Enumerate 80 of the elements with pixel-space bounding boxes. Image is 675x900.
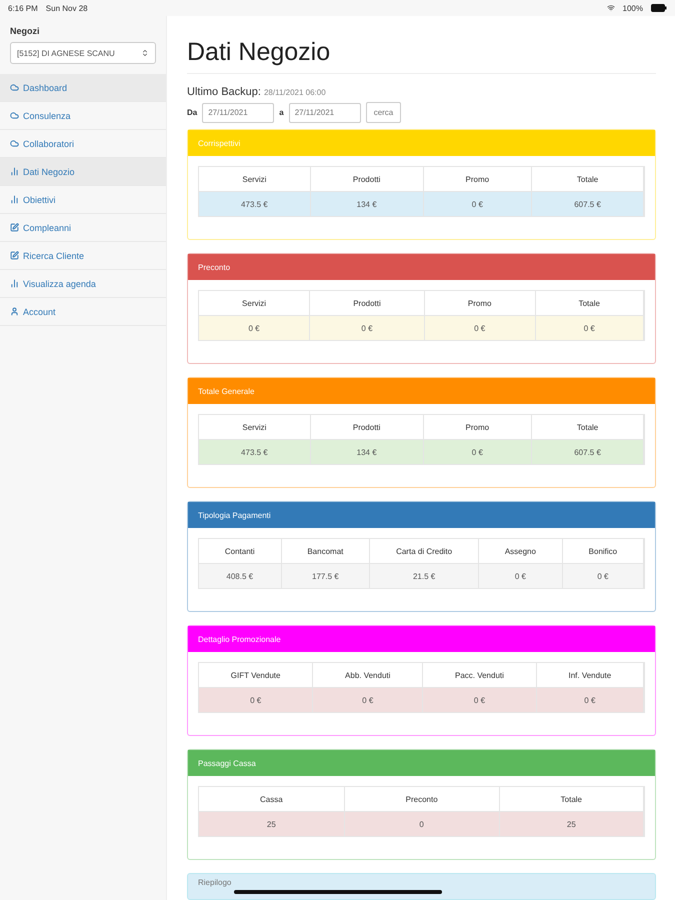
panel-header: Corrispettivi xyxy=(188,130,655,156)
sidebar-item-label: Dati Negozio xyxy=(23,166,75,176)
column-header: Inf. Vendute xyxy=(536,663,644,687)
table-cell: 0 € xyxy=(424,315,536,340)
sidebar-item-label: Compleanni xyxy=(23,222,72,232)
wifi-icon xyxy=(606,4,615,12)
sidebar-item-label: Account xyxy=(23,306,56,316)
edit-icon xyxy=(10,251,19,260)
sidebar-item[interactable]: Account xyxy=(0,298,166,326)
table-cell: 21.5 € xyxy=(370,563,479,588)
bar-chart-icon xyxy=(10,195,19,204)
table-cell: 134 € xyxy=(310,439,424,464)
table-cell: 0 € xyxy=(424,191,532,216)
panel-header: Totale Generale xyxy=(188,378,655,404)
from-label: Da xyxy=(187,108,198,117)
cloud-icon xyxy=(10,111,19,120)
table-cell: 25 xyxy=(500,811,644,836)
table-cell: 25 xyxy=(199,811,345,836)
table-cell: 0 € xyxy=(536,687,644,712)
table-cell: 177.5 € xyxy=(282,563,370,588)
sidebar-item-label: Dashboard xyxy=(23,82,68,92)
table-cell: 0 € xyxy=(313,687,424,712)
sidebar-item-label: Consulenza xyxy=(23,110,71,120)
column-header: Promo xyxy=(424,415,532,439)
sidebar-item-label: Ricerca Cliente xyxy=(23,250,84,260)
table-cell: 607.5 € xyxy=(532,439,644,464)
cloud-icon xyxy=(10,139,19,148)
to-label: a xyxy=(279,108,284,117)
sidebar-item[interactable]: Compleanni xyxy=(0,214,166,242)
battery-percent: 100% xyxy=(622,4,643,12)
sidebar-item-label: Collaboratori xyxy=(23,138,74,148)
bar-chart-icon xyxy=(10,279,19,288)
table-cell: 0 € xyxy=(424,439,532,464)
table-cell: 473.5 € xyxy=(199,439,311,464)
page-title: Dati Negozio xyxy=(187,38,656,74)
sidebar-item[interactable]: Ricerca Cliente xyxy=(0,242,166,270)
sidebar-item-label: Obiettivi xyxy=(23,194,56,204)
panel-header: Riepilogo xyxy=(187,873,656,900)
from-date-field[interactable]: 27/11/2021 xyxy=(202,102,274,122)
backup-label: Ultimo Backup: xyxy=(187,86,261,98)
table-cell: 0 € xyxy=(536,315,644,340)
sidebar-item[interactable]: Dashboard xyxy=(0,74,166,102)
table-cell: 0 € xyxy=(562,563,644,588)
panel-header: Preconto xyxy=(188,254,655,280)
edit-icon xyxy=(10,223,19,232)
chevron-icon xyxy=(141,49,149,57)
table-cell: 0 € xyxy=(423,687,537,712)
bar-chart-icon xyxy=(10,167,19,176)
sidebar-label: Negozi xyxy=(9,26,41,38)
column-header: Preconto xyxy=(344,787,500,811)
panel-header: Dettaglio Promozionale xyxy=(188,626,655,652)
table-cell: 0 € xyxy=(199,687,314,712)
sidebar-item[interactable]: Obiettivi xyxy=(0,186,166,214)
column-header: Totale xyxy=(500,787,644,811)
column-header: Bancomat xyxy=(282,539,370,563)
table-cell: 473.5 € xyxy=(199,191,311,216)
table-cell: 607.5 € xyxy=(532,191,644,216)
search-button[interactable]: cerca xyxy=(366,102,402,123)
sidebar-item-label: Visualizza agenda xyxy=(23,278,96,288)
table-cell: 0 xyxy=(344,811,500,836)
table-cell: 0 € xyxy=(199,315,310,340)
status-time: 6:16 PM xyxy=(8,4,38,12)
panel-header: Passaggi Cassa xyxy=(188,750,655,776)
to-date-field[interactable]: 27/11/2021 xyxy=(288,102,361,122)
backup-value: 28/11/2021 06:00 xyxy=(264,88,326,97)
cloud-icon xyxy=(10,83,19,92)
status-date: Sun Nov 28 xyxy=(46,4,88,12)
user-icon xyxy=(10,307,19,316)
column-header: Totale xyxy=(536,291,644,315)
table-cell: 134 € xyxy=(310,191,424,216)
store-select[interactable]: [5152] DI AGNESE SCANU xyxy=(10,42,156,64)
panel-header: Tipologia Pagamenti xyxy=(188,502,655,528)
table-cell: 0 € xyxy=(310,315,425,340)
sidebar-item[interactable]: Consulenza xyxy=(0,102,166,130)
battery-icon xyxy=(651,4,667,12)
sidebar-item[interactable]: Visualizza agenda xyxy=(0,270,166,298)
column-header: Promo xyxy=(424,167,532,191)
table-cell: 0 € xyxy=(478,563,563,588)
sidebar-item[interactable]: Dati Negozio xyxy=(0,158,166,186)
table-cell: 408.5 € xyxy=(199,563,282,588)
